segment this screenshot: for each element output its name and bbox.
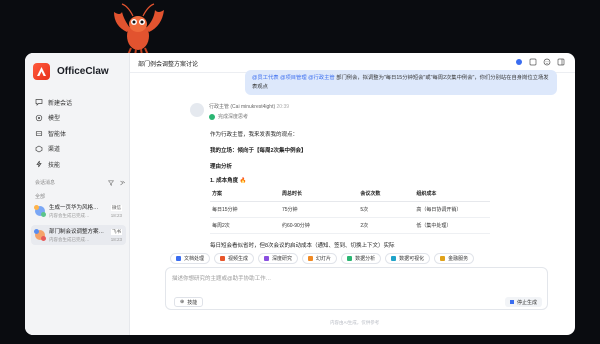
topbar-actions xyxy=(515,58,565,66)
conversation-preview: 内容会生成已完成… xyxy=(49,237,90,242)
chip-slides[interactable]: 幻灯片 xyxy=(302,253,338,264)
chip-research[interactable]: 深度研究 xyxy=(258,253,299,264)
plus-icon: ⊕ xyxy=(180,299,185,305)
slides-icon xyxy=(308,256,314,261)
channel-badge: 飞书 xyxy=(110,228,122,235)
sidebar-item-model[interactable]: 模型 xyxy=(35,111,125,125)
chat-input[interactable]: 描述你想研究的主题或@助手协助工作… ⊕ 技能 停止生成 xyxy=(165,267,548,310)
sidebar-item-agent[interactable]: 智能体 xyxy=(35,126,125,140)
reply-point: 1. 成本角度 🔥 xyxy=(210,178,247,184)
chat-input-placeholder: 描述你想研究的主题或@助手协助工作… xyxy=(172,276,272,282)
window-icon[interactable] xyxy=(529,58,537,66)
table-cell: 每周2次 xyxy=(210,217,280,234)
sidebar-item-label: 技能 xyxy=(48,162,61,169)
table-cell: 2次 xyxy=(358,217,415,234)
emoji-icon[interactable] xyxy=(543,58,551,66)
brand: OfficeClaw xyxy=(33,63,109,80)
table-row: 每日15分钟 75分钟 5次 高（每日协调开销） xyxy=(210,201,490,218)
table-cell: 低（集中处理） xyxy=(414,217,490,234)
main-panel: 部门例会调整方案讨论 @员工代表 @项目管理 @行政主管 部门例会，拟调整为"每… xyxy=(130,53,575,335)
agent-icon xyxy=(35,130,43,137)
research-icon xyxy=(264,256,270,261)
document-icon xyxy=(176,256,181,261)
avatar xyxy=(190,103,204,117)
conversation-preview: 内容会生成已完成… xyxy=(49,213,90,218)
table-header: 组织成本 xyxy=(414,186,490,202)
skill-icon xyxy=(36,160,42,168)
table-cell: 约60-90分钟 xyxy=(280,217,359,234)
table-cell: 高（每日协调开销） xyxy=(414,201,490,218)
table-row: 每周2次 约60-90分钟 2次 低（集中处理） xyxy=(210,217,490,234)
conversation-header: 会话消息 xyxy=(35,179,125,186)
table-cell: 每日15分钟 xyxy=(210,201,280,218)
bot-name: 行政主管 (Cai minukrest4ight) 20:39 xyxy=(209,104,290,110)
app-name: OfficeClaw xyxy=(57,66,109,77)
disclaimer: 内容由AI生成，仅供参考 xyxy=(330,320,380,325)
table-header: 周总时长 xyxy=(280,186,359,202)
sidebar-item-skill[interactable]: 技能 xyxy=(35,157,125,171)
conversation-time: 18:23 xyxy=(110,236,122,242)
conversation-item[interactable]: 生成一页华为风格… 内容会生成已完成… 微信 18:23 xyxy=(31,201,126,221)
chip-document[interactable]: 文档处理 xyxy=(170,253,211,264)
table-cell: 75分钟 xyxy=(280,201,359,218)
user-message: @员工代表 @项目管理 @行政主管 部门例会，拟调整为"每日15分钟短会"或"每… xyxy=(245,70,557,95)
mention[interactable]: @行政主管 xyxy=(308,75,335,81)
finance-icon xyxy=(440,256,446,261)
sidebar: OfficeClaw 新建会话 模型 智能体 渠道 技能 会话消息 全部 生成一… xyxy=(25,53,130,335)
status-dot-icon[interactable] xyxy=(515,58,523,66)
lobster-mascot xyxy=(114,3,164,57)
reply-note: 每日短会看似省时，但8次会议的启动成本（通知、签到、切换上下文）实际 xyxy=(210,243,395,249)
stop-generate-button[interactable]: 停止生成 xyxy=(504,297,542,307)
thinking-status[interactable]: 完成深度思考 xyxy=(209,113,289,120)
reply-intro: 作为行政主管，我来发表我的观点： xyxy=(210,132,299,138)
stop-icon xyxy=(509,300,514,304)
sidebar-item-label: 新建会话 xyxy=(48,100,73,107)
reply-stance: 我的立场：倾向于【每周2次集中例会】 xyxy=(210,148,307,154)
app-window: OfficeClaw 新建会话 模型 智能体 渠道 技能 会话消息 全部 生成一… xyxy=(25,53,575,335)
sidebar-item-label: 模型 xyxy=(48,116,61,122)
panel-toggle-icon[interactable] xyxy=(557,58,565,66)
mention[interactable]: @项目管理 xyxy=(280,75,307,81)
bot-reply: 作为行政主管，我来发表我的观点： 我的立场：倾向于【每周2次集中例会】 理由分析… xyxy=(210,130,530,257)
collapse-icon[interactable] xyxy=(119,180,125,186)
page-title: 部门例会调整方案讨论 xyxy=(138,62,199,68)
skill-chips: 文档处理 视频生成 深度研究 幻灯片 数据分析 数据可视化 金融服务 xyxy=(170,253,570,264)
sidebar-item-label: 智能体 xyxy=(48,131,67,138)
sidebar-item-new-chat[interactable]: 新建会话 xyxy=(35,95,125,109)
avatar xyxy=(34,229,46,241)
channel-icon xyxy=(35,145,43,152)
check-icon xyxy=(209,113,215,120)
conversation-name: 部门制会议调整方案… xyxy=(49,229,105,235)
avatar xyxy=(34,205,46,217)
chart-icon xyxy=(347,256,353,261)
conversation-name: 生成一页华为风格… xyxy=(49,205,99,211)
chat-plus-icon xyxy=(35,99,43,106)
app-logo-icon xyxy=(33,63,50,80)
skill-button[interactable]: ⊕ 技能 xyxy=(174,297,204,307)
visualization-icon xyxy=(391,256,397,261)
filter-icon[interactable] xyxy=(108,180,114,186)
model-icon xyxy=(35,114,43,121)
conversation-group-label: 全部 xyxy=(35,194,46,200)
conversation-time: 18:23 xyxy=(110,212,122,218)
comparison-table: 方案 周总时长 会议次数 组织成本 每日15分钟 75分钟 5次 高（每日协调开… xyxy=(210,186,490,234)
chip-data-viz[interactable]: 数据可视化 xyxy=(385,253,431,264)
chip-finance[interactable]: 金融服务 xyxy=(434,253,475,264)
sidebar-item-label: 渠道 xyxy=(48,147,61,153)
table-cell: 5次 xyxy=(358,201,415,218)
reply-section-title: 理由分析 xyxy=(210,164,233,170)
chip-video[interactable]: 视频生成 xyxy=(214,253,255,264)
bot-message-header: 行政主管 (Cai minukrest4ight) 20:39 完成深度思考 xyxy=(190,103,289,120)
mention[interactable]: @员工代表 xyxy=(252,75,279,81)
conversation-section-title: 会话消息 xyxy=(35,180,56,186)
sidebar-item-channel[interactable]: 渠道 xyxy=(35,142,125,156)
video-icon xyxy=(220,256,226,261)
chip-data-analysis[interactable]: 数据分析 xyxy=(341,253,382,264)
table-header: 会议次数 xyxy=(358,186,415,202)
conversation-item-active[interactable]: 部门制会议调整方案… 内容会生成已完成… 飞书 18:23 xyxy=(31,225,126,245)
sidebar-nav: 新建会话 模型 智能体 渠道 技能 xyxy=(35,95,125,173)
channel-badge: 微信 xyxy=(110,204,122,211)
table-header: 方案 xyxy=(210,186,280,202)
